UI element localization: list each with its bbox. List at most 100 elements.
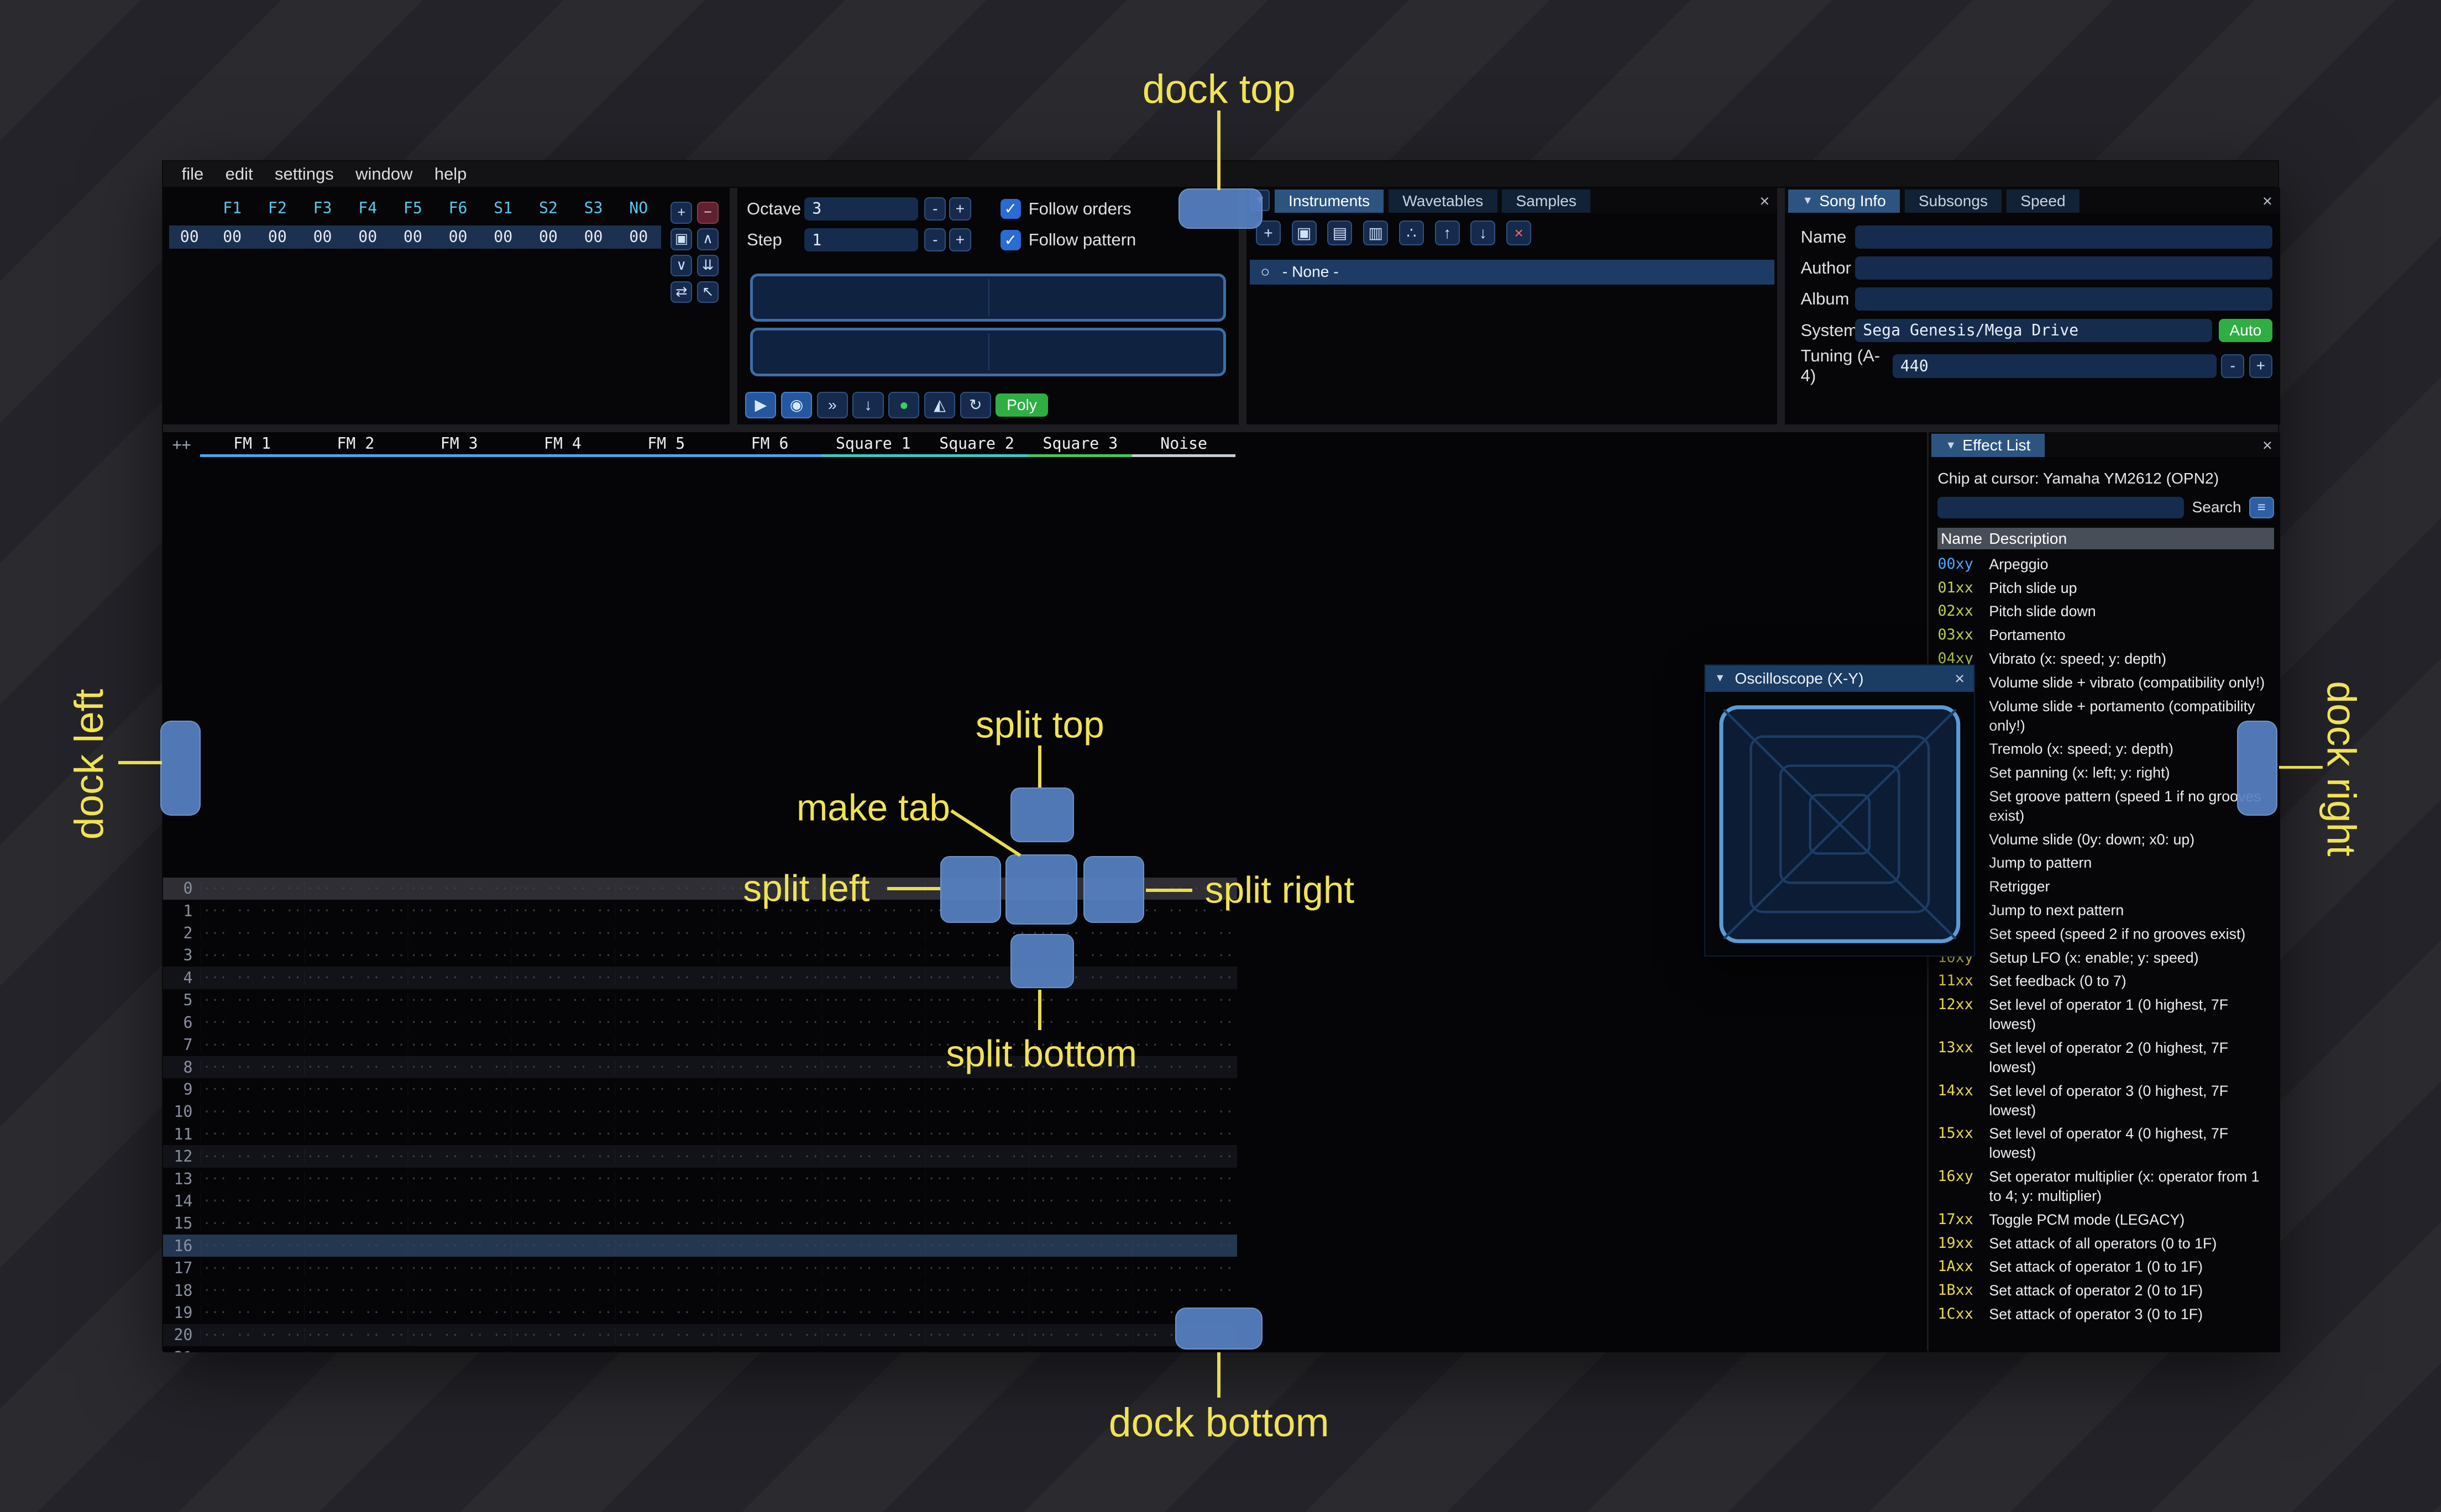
- metronome-button[interactable]: ◭: [924, 391, 956, 418]
- menu-settings[interactable]: settings: [264, 162, 344, 186]
- pattern-cell[interactable]: ··· ·· ·· ··: [1132, 1149, 1235, 1164]
- pattern-cell[interactable]: ··· ·· ·· ··: [717, 1216, 821, 1231]
- pattern-cell[interactable]: ··· ·· ·· ··: [925, 1305, 1028, 1320]
- dock-target-make-tab[interactable]: [1005, 854, 1077, 925]
- pattern-cell[interactable]: ··· ·· ·· ··: [1132, 993, 1235, 1007]
- oscilloscope-titlebar[interactable]: ▼ Oscilloscope (X-Y) ×: [1705, 665, 1974, 692]
- tab-speed[interactable]: Speed: [2006, 189, 2079, 213]
- pattern-cell[interactable]: ··· ·· ·· ··: [614, 1172, 718, 1186]
- pattern-cell[interactable]: ··· ·· ·· ··: [407, 1037, 511, 1052]
- order-change-mode-button[interactable]: ⇄: [671, 281, 693, 303]
- pattern-cell[interactable]: ··· ·· ·· ··: [407, 1216, 511, 1231]
- delete-instrument-button[interactable]: ×: [1506, 221, 1532, 246]
- system-auto-button[interactable]: Auto: [2218, 318, 2272, 342]
- stop-button[interactable]: ↓: [852, 391, 884, 418]
- tuning-input[interactable]: 440: [1892, 354, 2217, 378]
- note-preview-pad[interactable]: [750, 273, 1227, 376]
- pattern-cell[interactable]: ··· ·· ·· ··: [821, 1104, 925, 1119]
- pattern-cell[interactable]: ··· ·· ·· ··: [303, 1350, 407, 1352]
- pattern-cell[interactable]: ··· ·· ·· ··: [511, 1127, 614, 1142]
- pattern-cell[interactable]: ··· ·· ·· ··: [614, 1283, 718, 1298]
- pattern-cell[interactable]: ··· ·· ·· ··: [1028, 1305, 1132, 1320]
- pattern-cell[interactable]: ··· ·· ·· ··: [407, 904, 511, 918]
- dock-target-right[interactable]: [2237, 720, 2278, 816]
- pattern-cell[interactable]: ··· ·· ·· ··: [1132, 1216, 1235, 1231]
- move-order-up-button[interactable]: ∧: [696, 228, 719, 250]
- play-button[interactable]: ▶: [745, 391, 777, 418]
- tab-effect-list[interactable]: ▼ Effect List: [1931, 433, 2045, 458]
- pattern-cell[interactable]: ··· ·· ·· ··: [200, 1216, 303, 1231]
- pattern-cell[interactable]: ··· ·· ·· ··: [407, 1350, 511, 1352]
- pattern-cell[interactable]: ··· ·· ·· ··: [1132, 1127, 1235, 1142]
- duplicate-order-button[interactable]: ▣: [671, 228, 693, 250]
- octave-input[interactable]: 3: [804, 197, 918, 221]
- channel-header[interactable]: FM 1: [200, 432, 304, 458]
- collapse-icon[interactable]: ▼: [1715, 672, 1726, 685]
- pattern-cell[interactable]: ··· ·· ·· ··: [717, 1060, 821, 1075]
- pattern-cell[interactable]: ··· ·· ·· ··: [925, 1015, 1028, 1030]
- pattern-cell[interactable]: ··· ·· ·· ··: [407, 1015, 511, 1030]
- pattern-cell[interactable]: ··· ·· ·· ··: [407, 1104, 511, 1119]
- duplicate-order-end-button[interactable]: ⇊: [696, 255, 719, 277]
- menu-help[interactable]: help: [423, 162, 478, 186]
- pattern-cell[interactable]: ··· ·· ·· ··: [717, 1194, 821, 1209]
- pattern-cell[interactable]: ··· ·· ·· ··: [1028, 1104, 1132, 1119]
- pattern-cell[interactable]: ··· ·· ·· ··: [614, 1104, 718, 1119]
- pattern-cell[interactable]: ··· ·· ·· ··: [200, 1261, 303, 1275]
- move-instrument-down-button[interactable]: ↓: [1470, 221, 1496, 246]
- pattern-cell[interactable]: ··· ·· ·· ··: [511, 1216, 614, 1231]
- poly-button[interactable]: Poly: [996, 393, 1048, 417]
- pattern-cell[interactable]: ··· ·· ·· ··: [200, 904, 303, 918]
- pattern-cell[interactable]: ··· ·· ·· ··: [821, 948, 925, 963]
- pattern-cell[interactable]: ··· ·· ·· ··: [511, 1261, 614, 1275]
- pattern-cell[interactable]: ··· ·· ·· ··: [200, 1172, 303, 1186]
- pattern-cell[interactable]: ··· ·· ·· ··: [407, 881, 511, 896]
- close-icon[interactable]: ×: [2262, 435, 2272, 455]
- pattern-cell[interactable]: ··· ·· ·· ··: [303, 970, 407, 985]
- pattern-cell[interactable]: ··· ·· ·· ··: [614, 993, 718, 1007]
- instrument-list-item[interactable]: ○ - None -: [1249, 259, 1774, 285]
- pattern-cell[interactable]: ··· ·· ·· ··: [1028, 1127, 1132, 1142]
- pattern-cell[interactable]: ··· ·· ·· ··: [303, 993, 407, 1007]
- pattern-cell[interactable]: ··· ·· ·· ··: [200, 1194, 303, 1209]
- pattern-cell[interactable]: ··· ·· ·· ··: [821, 1172, 925, 1186]
- channel-header[interactable]: Square 3: [1028, 432, 1132, 458]
- remove-order-button[interactable]: −: [696, 202, 719, 224]
- pattern-cell[interactable]: ··· ·· ·· ··: [614, 1305, 718, 1320]
- pattern-cell[interactable]: ··· ·· ·· ··: [1132, 926, 1235, 941]
- pattern-cell[interactable]: ··· ·· ·· ··: [614, 1327, 718, 1342]
- pattern-cell[interactable]: ··· ·· ·· ··: [1028, 1216, 1132, 1231]
- pattern-cell[interactable]: ··· ·· ·· ··: [1132, 1238, 1235, 1253]
- add-order-button[interactable]: +: [671, 202, 693, 224]
- pattern-cell[interactable]: ··· ·· ·· ··: [614, 1060, 718, 1075]
- pattern-cell[interactable]: ··· ·· ·· ··: [614, 1015, 718, 1030]
- pattern-cell[interactable]: ··· ·· ·· ··: [200, 1283, 303, 1298]
- pattern-cell[interactable]: ··· ·· ·· ··: [1028, 1149, 1132, 1164]
- pattern-cell[interactable]: ··· ·· ·· ··: [407, 926, 511, 941]
- play-pattern-button[interactable]: ◉: [781, 391, 813, 418]
- pattern-cell[interactable]: ··· ·· ·· ··: [925, 1261, 1028, 1275]
- pattern-cell[interactable]: ··· ·· ·· ··: [1028, 1172, 1132, 1186]
- pattern-cell[interactable]: ··· ·· ·· ··: [303, 1305, 407, 1320]
- order-cell[interactable]: 00: [209, 228, 255, 246]
- note-preview-lower[interactable]: [750, 328, 1227, 376]
- pattern-cell[interactable]: ··· ·· ·· ··: [717, 970, 821, 985]
- pattern-cell[interactable]: ··· ·· ·· ··: [511, 1305, 614, 1320]
- pattern-cell[interactable]: ··· ·· ·· ··: [925, 1283, 1028, 1298]
- tab-song-info[interactable]: ▼ Song Info: [1788, 189, 1900, 213]
- order-cell[interactable]: 00: [300, 228, 345, 246]
- pattern-cell[interactable]: ··· ·· ·· ··: [200, 1305, 303, 1320]
- pattern-cell[interactable]: ··· ·· ·· ··: [1132, 1261, 1235, 1275]
- octave-increase-button[interactable]: +: [949, 197, 971, 221]
- pattern-cell[interactable]: ··· ·· ·· ··: [614, 1037, 718, 1052]
- pattern-cell[interactable]: ··· ·· ·· ··: [407, 1149, 511, 1164]
- channel-header[interactable]: Square 1: [821, 432, 925, 458]
- pattern-cell[interactable]: ··· ·· ·· ··: [1132, 1037, 1235, 1052]
- pattern-cell[interactable]: ··· ·· ·· ··: [511, 1082, 614, 1097]
- pattern-cell[interactable]: ··· ·· ·· ··: [200, 1127, 303, 1142]
- pattern-cell[interactable]: ··· ·· ·· ··: [407, 1283, 511, 1298]
- pattern-cell[interactable]: ··· ·· ·· ··: [407, 1082, 511, 1097]
- close-icon[interactable]: ×: [1955, 669, 1965, 689]
- pattern-cell[interactable]: ··· ·· ·· ··: [1132, 1172, 1235, 1186]
- order-cell[interactable]: 00: [526, 228, 571, 246]
